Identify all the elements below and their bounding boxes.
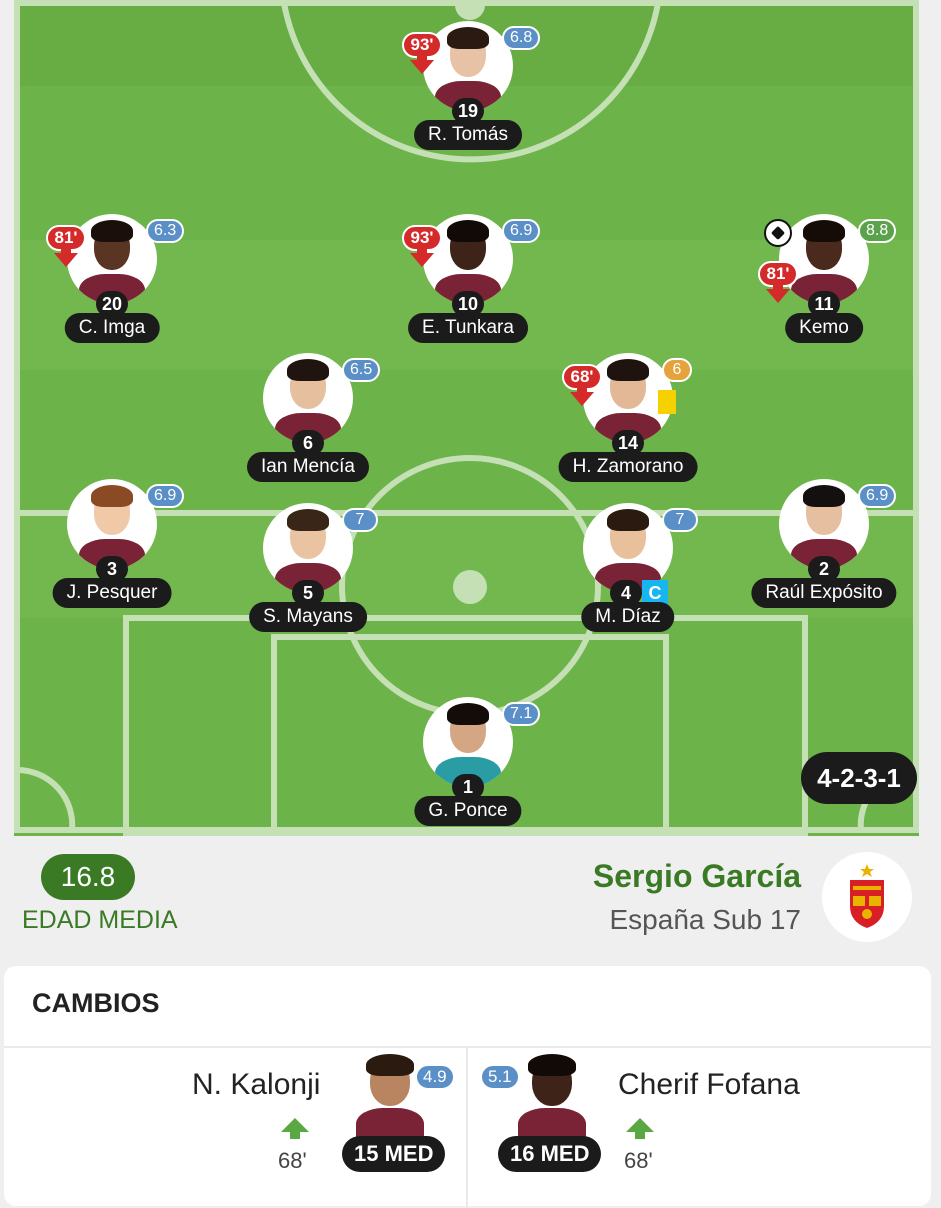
rating-badge: 6.3 bbox=[146, 219, 185, 243]
player-name: G. Ponce bbox=[414, 796, 522, 826]
sub-off-arrow-icon bbox=[54, 245, 78, 267]
player-name: J. Pesquer bbox=[52, 578, 172, 608]
team-name: España Sub 17 bbox=[609, 904, 802, 935]
rating-badge: 6.9 bbox=[502, 219, 541, 243]
sub-off-arrow-icon bbox=[410, 245, 434, 267]
team-crest[interactable] bbox=[822, 852, 912, 942]
rating-badge: 8.8 bbox=[858, 219, 897, 243]
rating-badge: 7.1 bbox=[502, 702, 541, 726]
player-name: H. Zamorano bbox=[558, 452, 698, 482]
sub-player-photo bbox=[512, 1052, 592, 1140]
sub-player-name: Cherif Fofana bbox=[618, 1068, 800, 1101]
changes-card: CAMBIOS N. Kalonji 68' 4.9 15 MED 5.1 16… bbox=[4, 966, 931, 1208]
yellow-card-icon bbox=[658, 390, 676, 414]
spain-crest-icon bbox=[850, 864, 884, 928]
goal-ball-icon bbox=[764, 219, 792, 247]
player-name: M. Díaz bbox=[581, 602, 675, 632]
sub-player-photo bbox=[350, 1052, 430, 1140]
average-age-label: EDAD MEDIA bbox=[22, 906, 178, 934]
divider bbox=[466, 1048, 468, 1208]
rating-badge: 6 bbox=[662, 358, 692, 382]
sub-off-arrow-icon bbox=[410, 52, 434, 74]
rating-badge: 6.9 bbox=[858, 484, 897, 508]
position-badge: 15 MED bbox=[342, 1136, 446, 1172]
sub-off-arrow-icon bbox=[570, 384, 594, 406]
pitch: 93' 6.8 19 R. Tomás 81' 6.3 20 C. Imga 9… bbox=[14, 0, 919, 836]
average-age-value: 16.8 bbox=[41, 854, 135, 900]
rating-badge: 4.9 bbox=[415, 1064, 455, 1090]
rating-badge: 5.1 bbox=[480, 1064, 520, 1090]
sub-minute: 68' bbox=[624, 1148, 653, 1173]
coach-name[interactable]: Sergio García bbox=[593, 858, 801, 895]
rating-badge: 6.8 bbox=[502, 26, 541, 50]
player-name: Kemo bbox=[785, 313, 863, 343]
rating-badge: 7 bbox=[342, 508, 378, 532]
player-name: Ian Mencía bbox=[247, 452, 369, 482]
player-name: E. Tunkara bbox=[408, 313, 528, 343]
player-name: Raúl Expósito bbox=[751, 578, 897, 608]
sub-on-arrow-icon bbox=[626, 1118, 654, 1139]
formation-badge: 4-2-3-1 bbox=[801, 752, 917, 804]
sub-on-arrow-icon bbox=[281, 1118, 309, 1139]
sub-off-arrow-icon bbox=[766, 281, 790, 303]
position-badge: 16 MED bbox=[498, 1136, 602, 1172]
sub-player-name: N. Kalonji bbox=[192, 1068, 321, 1101]
rating-badge: 6.9 bbox=[146, 484, 185, 508]
player-name: C. Imga bbox=[64, 313, 160, 343]
changes-title: CAMBIOS bbox=[32, 988, 160, 1018]
rating-badge: 7 bbox=[662, 508, 698, 532]
sub-minute: 68' bbox=[278, 1148, 307, 1173]
player-name: R. Tomás bbox=[414, 120, 522, 150]
rating-badge: 6.5 bbox=[342, 358, 381, 382]
player-name: S. Mayans bbox=[249, 602, 367, 632]
